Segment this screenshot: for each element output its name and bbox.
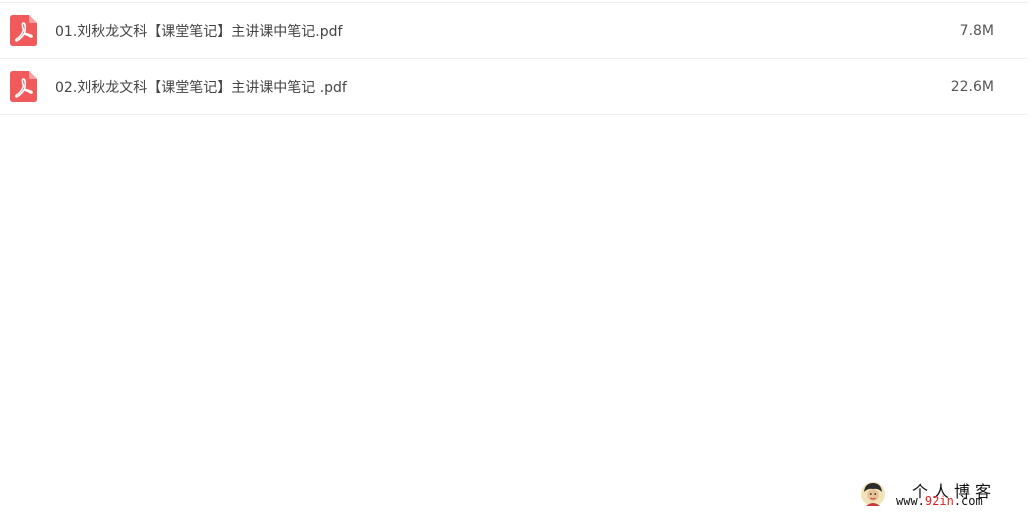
pdf-icon [10, 71, 37, 102]
pdf-icon [10, 15, 37, 46]
file-name[interactable]: 01.刘秋龙文科【课堂笔记】主讲课中笔记.pdf [55, 21, 342, 41]
file-size: 22.6M [950, 78, 994, 95]
watermark: 个人博客 www.92in.com [860, 478, 1020, 510]
file-list-page: 01.刘秋龙文科【课堂笔记】主讲课中笔记.pdf 7.8M 02.刘秋龙文科【课… [0, 0, 1030, 514]
watermark-url-suffix: .com [953, 494, 983, 508]
file-row[interactable]: 01.刘秋龙文科【课堂笔记】主讲课中笔记.pdf 7.8M [0, 3, 1028, 59]
file-name[interactable]: 02.刘秋龙文科【课堂笔记】主讲课中笔记 .pdf [55, 77, 347, 97]
avatar-icon [861, 482, 885, 506]
watermark-url: www.92in.com [896, 494, 983, 508]
watermark-url-accent: 92in [924, 494, 954, 508]
file-list: 01.刘秋龙文科【课堂笔记】主讲课中笔记.pdf 7.8M 02.刘秋龙文科【课… [0, 2, 1028, 115]
watermark-url-prefix: www. [896, 494, 925, 508]
file-row[interactable]: 02.刘秋龙文科【课堂笔记】主讲课中笔记 .pdf 22.6M [0, 59, 1028, 115]
file-size: 7.8M [959, 22, 994, 39]
